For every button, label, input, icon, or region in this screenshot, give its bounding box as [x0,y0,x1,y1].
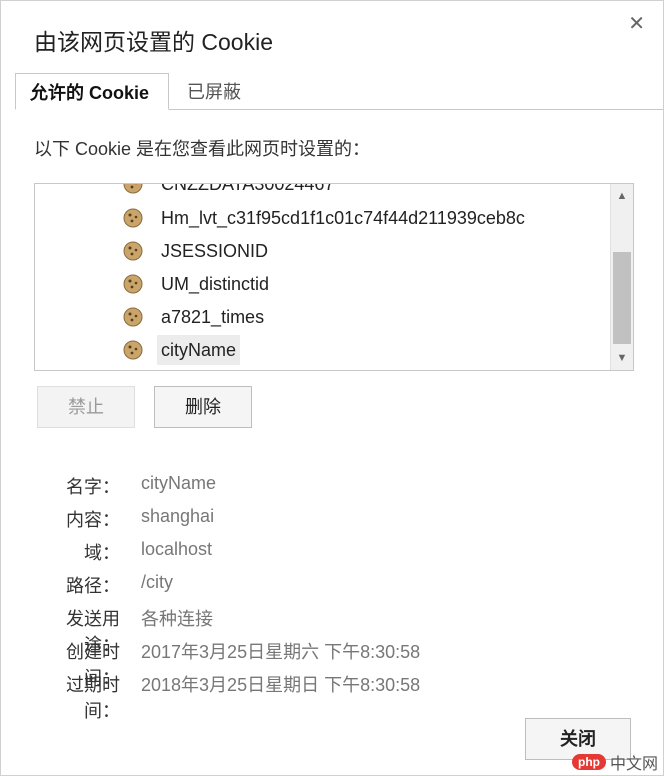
detail-value-path: /city [141,572,174,592]
scroll-up-icon[interactable]: ▲ [611,186,633,206]
cookie-name: Hm_lvt_c31f95cd1f1c01c74f44d211939ceb8c [161,208,525,228]
watermark-badge: php [571,754,606,770]
cookie-list[interactable]: CNZZDATA30024467 Hm_lvt_c31f95cd1f1c01c7… [34,183,634,371]
cookie-icon [123,274,143,294]
cookie-name: cityName [157,335,241,365]
detail-value-expires: 2018年3月25日星期日 下午8:30:58 [141,675,421,695]
cookie-icon [123,307,143,327]
cookie-name: CNZZDATA30024467 [161,183,335,194]
cookie-icon [123,340,143,360]
cookie-dialog: 由该网页设置的 Cookie ✕ 允许的 Cookie 已屏蔽 以下 Cooki… [0,0,664,776]
delete-button[interactable]: 删除 [154,386,252,428]
detail-label-content: 内容： [66,510,120,530]
detail-value-content: shanghai [141,506,215,526]
detail-label-domain: 域： [84,543,120,563]
close-icon[interactable]: ✕ [628,11,645,36]
scrollbar-thumb[interactable] [613,252,631,344]
cookie-name: JSESSIONID [161,241,269,261]
detail-value-send-for: 各种连接 [141,609,213,629]
detail-value-created: 2017年3月25日星期六 下午8:30:58 [141,642,421,662]
detail-value-name: cityName [141,473,217,493]
cookie-icon [123,241,143,261]
detail-value-domain: localhost [141,539,213,559]
cookie-name: UM_distinctid [161,274,270,294]
tab-allowed-cookies[interactable]: 允许的 Cookie [15,73,169,110]
cookie-name: a7821_times [161,307,265,327]
watermark-text: 中文网 [609,756,658,773]
tab-bar: 允许的 Cookie 已屏蔽 [15,73,663,110]
detail-label-expires: 过期时间： [66,675,120,721]
dialog-title: 由该网页设置的 Cookie [34,29,273,55]
detail-label-name: 名字： [66,477,120,497]
scrollbar[interactable]: ▲ ▼ [610,184,633,370]
watermark: php 中文网 [571,750,658,774]
detail-label-path: 路径： [66,576,120,596]
cookie-icon [123,184,143,194]
block-button[interactable]: 禁止 [37,386,135,428]
cookie-icon [123,208,143,228]
scroll-down-icon[interactable]: ▼ [611,348,633,368]
cookie-list-description: 以下 Cookie 是在您查看此网页时设置的： [34,139,371,159]
tab-blocked[interactable]: 已屏蔽 [173,73,255,109]
